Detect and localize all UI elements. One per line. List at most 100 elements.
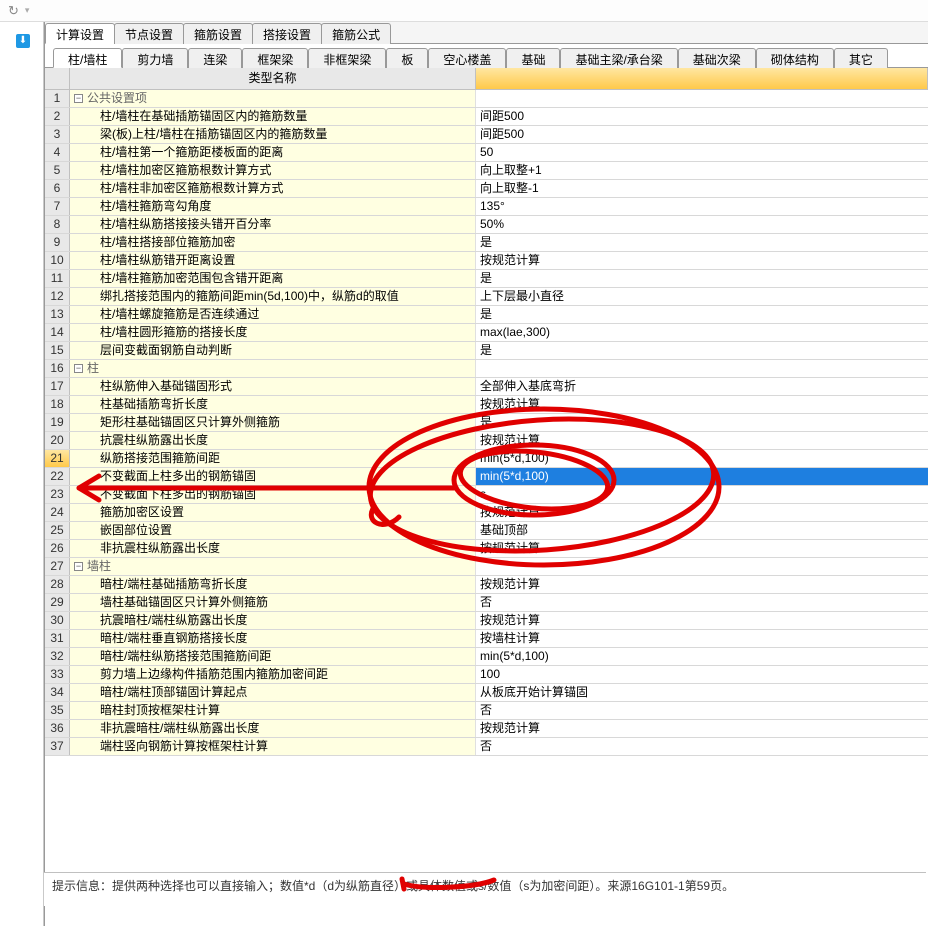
table-row[interactable]: 21纵筋搭接范围箍筋间距min(5*d,100) [45,450,928,468]
cell-value[interactable]: 按规范计算 [476,720,928,737]
cell-value[interactable]: 否 [476,702,928,719]
table-row[interactable]: 30抗震暗柱/端柱纵筋露出长度按规范计算 [45,612,928,630]
cell-value[interactable]: 135° [476,198,928,215]
table-row[interactable]: 25嵌固部位设置基础顶部 [45,522,928,540]
cell-value[interactable]: 50 [476,144,928,161]
tab-1[interactable]: 节点设置 [114,23,184,44]
table-row[interactable]: 34暗柱/端柱顶部锚固计算起点从板底开始计算锚固 [45,684,928,702]
table-row[interactable]: 12绑扎搭接范围内的箍筋间距min(5d,100)中，纵筋d的取值上下层最小直径 [45,288,928,306]
cell-type-name[interactable]: 柱/墙柱箍筋加密范围包含错开距离 [70,270,476,287]
collapse-icon[interactable]: − [74,562,83,571]
subtab-1[interactable]: 剪力墙 [122,48,188,68]
table-row[interactable]: 9柱/墙柱搭接部位箍筋加密是 [45,234,928,252]
cell-value[interactable]: 全部伸入基底弯折 [476,378,928,395]
cell-type-name[interactable]: 柱/墙柱第一个箍筋距楼板面的距离 [70,144,476,161]
cell-value[interactable]: 50% [476,216,928,233]
cell-value[interactable]: 是 [476,414,928,431]
table-row[interactable]: 18柱基础插筋弯折长度按规范计算 [45,396,928,414]
table-row[interactable]: 10柱/墙柱纵筋错开距离设置按规范计算 [45,252,928,270]
cell-value[interactable]: min(5*d,100) [476,468,928,485]
cell-value[interactable]: 按规范计算 [476,252,928,269]
table-row[interactable]: 35暗柱封顶按框架柱计算否 [45,702,928,720]
table-row[interactable]: 31暗柱/端柱垂直钢筋搭接长度按墙柱计算 [45,630,928,648]
subtab-0[interactable]: 柱/墙柱 [53,48,122,68]
cell-type-name[interactable]: −公共设置项 [70,90,476,107]
subtab-4[interactable]: 非框架梁 [308,48,386,68]
cell-value[interactable]: 是 [476,342,928,359]
table-row[interactable]: 13柱/墙柱螺旋箍筋是否连续通过是 [45,306,928,324]
column-header-value[interactable] [476,68,928,89]
collapse-icon[interactable]: − [74,364,83,373]
cell-type-name[interactable]: 柱/墙柱加密区箍筋根数计算方式 [70,162,476,179]
cell-type-name[interactable]: 剪力墙上边缘构件插筋范围内箍筋加密间距 [70,666,476,683]
table-row[interactable]: 7柱/墙柱箍筋弯勾角度135° [45,198,928,216]
cell-type-name[interactable]: 柱/墙柱纵筋搭接接头错开百分率 [70,216,476,233]
cell-value[interactable]: 否 [476,738,928,755]
cell-type-name[interactable]: 柱/墙柱圆形箍筋的搭接长度 [70,324,476,341]
cell-type-name[interactable]: 暗柱/端柱纵筋搭接范围箍筋间距 [70,648,476,665]
cell-type-name[interactable]: 不变截面下柱多出的钢筋锚固 [70,486,476,503]
cell-value[interactable]: 按墙柱计算 [476,630,928,647]
table-row[interactable]: 23不变截面下柱多出的钢筋锚固s [45,486,928,504]
cell-type-name[interactable]: 柱/墙柱箍筋弯勾角度 [70,198,476,215]
table-row[interactable]: 26非抗震柱纵筋露出长度按规范计算 [45,540,928,558]
table-row[interactable]: 3梁(板)上柱/墙柱在插筋锚固区内的箍筋数量间距500 [45,126,928,144]
cell-type-name[interactable]: 墙柱基础锚固区只计算外侧箍筋 [70,594,476,611]
dropdown-icon[interactable]: ▾ [25,5,30,16]
table-row[interactable]: 16−柱 [45,360,928,378]
table-row[interactable]: 36非抗震暗柱/端柱纵筋露出长度按规范计算 [45,720,928,738]
table-row[interactable]: 28暗柱/端柱基础插筋弯折长度按规范计算 [45,576,928,594]
cell-value[interactable]: 上下层最小直径 [476,288,928,305]
cell-type-name[interactable]: 暗柱/端柱基础插筋弯折长度 [70,576,476,593]
cell-type-name[interactable]: 柱纵筋伸入基础锚固形式 [70,378,476,395]
cell-type-name[interactable]: 梁(板)上柱/墙柱在插筋锚固区内的箍筋数量 [70,126,476,143]
table-row[interactable]: 22不变截面上柱多出的钢筋锚固min(5*d,100) [45,468,928,486]
subtab-5[interactable]: 板 [386,48,428,68]
table-row[interactable]: 20抗震柱纵筋露出长度按规范计算 [45,432,928,450]
table-row[interactable]: 19矩形柱基础锚固区只计算外侧箍筋是 [45,414,928,432]
table-row[interactable]: 29墙柱基础锚固区只计算外侧箍筋否 [45,594,928,612]
cell-type-name[interactable]: 非抗震暗柱/端柱纵筋露出长度 [70,720,476,737]
cell-type-name[interactable]: 暗柱封顶按框架柱计算 [70,702,476,719]
table-row[interactable]: 37端柱竖向钢筋计算按框架柱计算否 [45,738,928,756]
column-header-name[interactable]: 类型名称 [70,68,476,89]
cell-value[interactable]: 是 [476,306,928,323]
table-row[interactable]: 8柱/墙柱纵筋搭接接头错开百分率50% [45,216,928,234]
cell-type-name[interactable]: 纵筋搭接范围箍筋间距 [70,450,476,467]
cell-value[interactable]: 是 [476,234,928,251]
table-row[interactable]: 33剪力墙上边缘构件插筋范围内箍筋加密间距100 [45,666,928,684]
table-row[interactable]: 17柱纵筋伸入基础锚固形式全部伸入基底弯折 [45,378,928,396]
subtab-8[interactable]: 基础主梁/承台梁 [560,48,677,68]
cell-type-name[interactable]: 柱基础插筋弯折长度 [70,396,476,413]
cell-type-name[interactable]: −墙柱 [70,558,476,575]
cell-value[interactable]: 按规范计算 [476,432,928,449]
cell-type-name[interactable]: 矩形柱基础锚固区只计算外侧箍筋 [70,414,476,431]
cell-type-name[interactable]: 嵌固部位设置 [70,522,476,539]
subtab-3[interactable]: 框架梁 [242,48,308,68]
table-row[interactable]: 2柱/墙柱在基础插筋锚固区内的箍筋数量间距500 [45,108,928,126]
subtab-9[interactable]: 基础次梁 [678,48,756,68]
table-row[interactable]: 5柱/墙柱加密区箍筋根数计算方式向上取整+1 [45,162,928,180]
table-row[interactable]: 14柱/墙柱圆形箍筋的搭接长度max(lae,300) [45,324,928,342]
cell-type-name[interactable]: 层间变截面钢筋自动判断 [70,342,476,359]
cell-type-name[interactable]: 非抗震柱纵筋露出长度 [70,540,476,557]
tab-0[interactable]: 计算设置 [45,23,115,44]
refresh-icon[interactable]: ↻ [8,3,19,19]
subtab-6[interactable]: 空心楼盖 [428,48,506,68]
cell-type-name[interactable]: 箍筋加密区设置 [70,504,476,521]
cell-type-name[interactable]: 柱/墙柱在基础插筋锚固区内的箍筋数量 [70,108,476,125]
tab-2[interactable]: 箍筋设置 [183,23,253,44]
pin-icon[interactable]: ⬇ [16,34,30,48]
cell-type-name[interactable]: −柱 [70,360,476,377]
cell-value[interactable]: 按规范计算 [476,396,928,413]
cell-type-name[interactable]: 端柱竖向钢筋计算按框架柱计算 [70,738,476,755]
cell-type-name[interactable]: 柱/墙柱非加密区箍筋根数计算方式 [70,180,476,197]
cell-type-name[interactable]: 抗震柱纵筋露出长度 [70,432,476,449]
cell-type-name[interactable]: 柱/墙柱螺旋箍筋是否连续通过 [70,306,476,323]
subtab-10[interactable]: 砌体结构 [756,48,834,68]
cell-value[interactable] [476,90,928,107]
cell-value[interactable]: 从板底开始计算锚固 [476,684,928,701]
cell-value[interactable]: 按规范计算 [476,504,928,521]
cell-value[interactable]: 是 [476,270,928,287]
cell-value[interactable]: 间距500 [476,126,928,143]
